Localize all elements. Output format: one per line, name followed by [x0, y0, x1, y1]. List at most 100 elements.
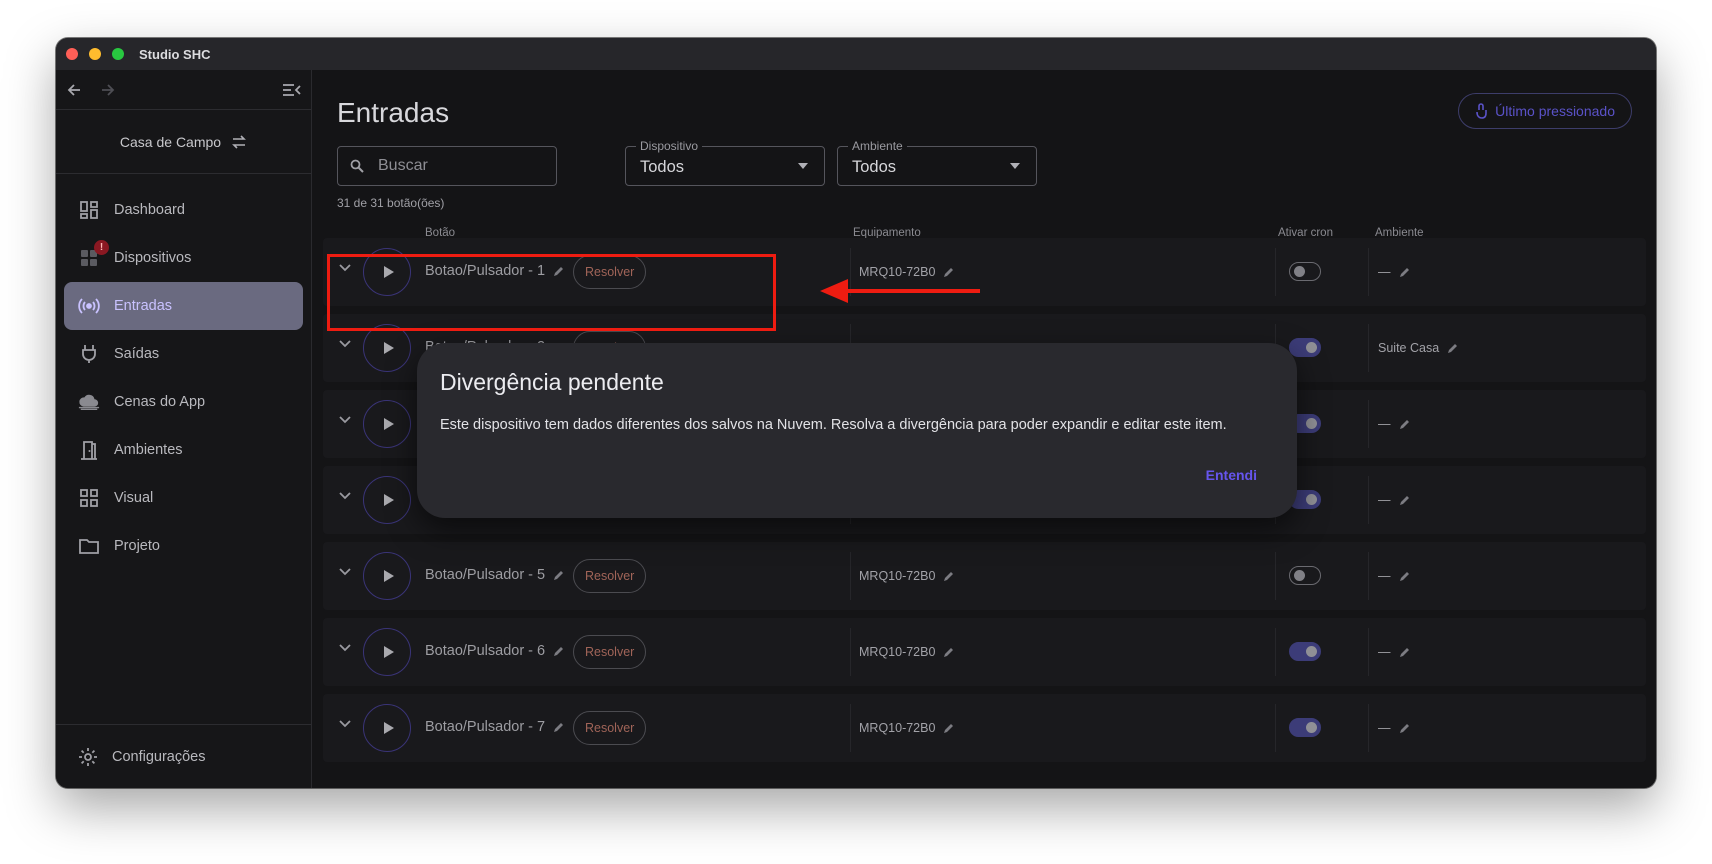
play-icon [383, 342, 394, 354]
chevron-down-icon[interactable] [339, 720, 351, 728]
chevron-down-icon[interactable] [339, 492, 351, 500]
column-divider [1275, 628, 1276, 676]
column-divider [1368, 248, 1369, 296]
chevron-down-icon[interactable] [339, 644, 351, 652]
plug-icon [78, 343, 100, 365]
column-divider [1275, 248, 1276, 296]
sidebar-toolbar [56, 70, 311, 110]
equipment-cell: MRQ10-72B0 [859, 265, 954, 279]
room-cell: — [1378, 569, 1410, 583]
resolve-button[interactable]: Resolver [573, 635, 647, 669]
edit-icon[interactable] [1399, 267, 1410, 278]
annotation-arrow-icon [820, 279, 980, 303]
cron-toggle[interactable] [1289, 566, 1321, 585]
column-divider [1368, 476, 1369, 524]
button-name-text: Botao/Pulsador - 5 [425, 567, 546, 583]
edit-icon[interactable] [1399, 495, 1410, 506]
resolve-button[interactable]: Resolver [573, 711, 647, 745]
sidebar-item-label: Dispositivos [114, 250, 192, 266]
sidebar-item-saidas[interactable]: Saídas [64, 330, 303, 378]
last-pressed-button[interactable]: Último pressionado [1458, 93, 1632, 129]
house-selector[interactable]: Casa de Campo [56, 110, 311, 174]
cron-toggle[interactable] [1289, 718, 1321, 737]
play-button[interactable] [363, 552, 411, 600]
sidebar-item-dashboard[interactable]: Dashboard [64, 186, 303, 234]
room-cell: — [1378, 645, 1410, 659]
button-name: Botao/Pulsador - 7 [425, 719, 564, 735]
cloud-icon [78, 391, 100, 413]
sidebar-item-label: Dashboard [114, 202, 185, 218]
forward-arrow-icon[interactable] [100, 82, 116, 98]
chevron-down-icon[interactable] [339, 416, 351, 424]
device-select[interactable]: Dispositivo Todos [625, 139, 825, 186]
table-row[interactable]: Botao/Pulsador - 7 Resolver MRQ10-72B0 — [323, 694, 1646, 762]
dialog-confirm-button[interactable]: Entendi [1206, 467, 1257, 483]
play-button[interactable] [363, 324, 411, 372]
edit-icon[interactable] [553, 570, 564, 581]
play-button[interactable] [363, 400, 411, 448]
edit-icon[interactable] [1447, 343, 1458, 354]
edit-icon[interactable] [1399, 571, 1410, 582]
play-button[interactable] [363, 704, 411, 752]
column-divider [1275, 552, 1276, 600]
room-text: — [1378, 721, 1391, 735]
equipment-cell: MRQ10-72B0 [859, 569, 954, 583]
chevron-down-icon[interactable] [339, 340, 351, 348]
cron-toggle[interactable] [1289, 262, 1321, 281]
edit-icon[interactable] [943, 267, 954, 278]
sidebar-item-label: Projeto [114, 538, 160, 554]
sidebar-item-ambientes[interactable]: Ambientes [64, 426, 303, 474]
cron-toggle[interactable] [1289, 642, 1321, 661]
edit-icon[interactable] [943, 723, 954, 734]
table-row[interactable]: Botao/Pulsador - 5 Resolver MRQ10-72B0 — [323, 542, 1646, 610]
column-divider [1368, 628, 1369, 676]
close-window-button[interactable] [66, 48, 78, 60]
chevron-down-icon[interactable] [339, 568, 351, 576]
dialog-message: Este dispositivo tem dados diferentes do… [440, 417, 1227, 433]
room-select[interactable]: Ambiente Todos [837, 139, 1037, 186]
edit-icon[interactable] [553, 722, 564, 733]
window-title: Studio SHC [139, 46, 211, 62]
edit-icon[interactable] [1399, 723, 1410, 734]
swap-icon [232, 134, 247, 149]
sidebar-item-label: Cenas do App [114, 394, 206, 410]
search-input[interactable]: Buscar [337, 146, 557, 186]
sidebar-item-entradas[interactable]: Entradas [64, 282, 303, 330]
maximize-window-button[interactable] [112, 48, 124, 60]
sidebar-item-projeto[interactable]: Projeto [64, 522, 303, 570]
search-icon [350, 159, 364, 173]
edit-icon[interactable] [553, 646, 564, 657]
edit-icon[interactable] [943, 571, 954, 582]
door-icon [78, 439, 100, 461]
room-text: — [1378, 265, 1391, 279]
sidebar-item-dispositivos[interactable]: ! Dispositivos [64, 234, 303, 282]
folder-icon [78, 535, 100, 557]
column-divider [1368, 400, 1369, 448]
sidebar-item-cenas[interactable]: Cenas do App [64, 378, 303, 426]
back-arrow-icon[interactable] [66, 82, 82, 98]
button-name: Botao/Pulsador - 6 [425, 643, 564, 659]
sidebar-item-label: Ambientes [114, 442, 183, 458]
sidebar-nav: Dashboard ! Dispositivos Entradas Saídas… [56, 174, 311, 570]
column-divider [1368, 704, 1369, 752]
room-text: — [1378, 569, 1391, 583]
play-button[interactable] [363, 628, 411, 676]
edit-icon[interactable] [1399, 419, 1410, 430]
sidebar: Casa de Campo Dashboard ! Dispositivos E… [56, 70, 312, 788]
collapse-menu-icon[interactable] [282, 82, 302, 98]
room-text: — [1378, 417, 1391, 431]
chevron-down-icon [1010, 163, 1020, 169]
house-name: Casa de Campo [119, 133, 222, 150]
cron-toggle[interactable] [1289, 338, 1321, 357]
table-row[interactable]: Botao/Pulsador - 6 Resolver MRQ10-72B0 — [323, 618, 1646, 686]
sidebar-item-configuracoes[interactable]: Configurações [56, 724, 311, 788]
room-cell: — [1378, 417, 1410, 431]
play-button[interactable] [363, 476, 411, 524]
minimize-window-button[interactable] [89, 48, 101, 60]
dialog-title: Divergência pendente [440, 369, 664, 395]
sidebar-item-visual[interactable]: Visual [64, 474, 303, 522]
edit-icon[interactable] [943, 647, 954, 658]
room-text: — [1378, 645, 1391, 659]
edit-icon[interactable] [1399, 647, 1410, 658]
resolve-button[interactable]: Resolver [573, 559, 647, 593]
